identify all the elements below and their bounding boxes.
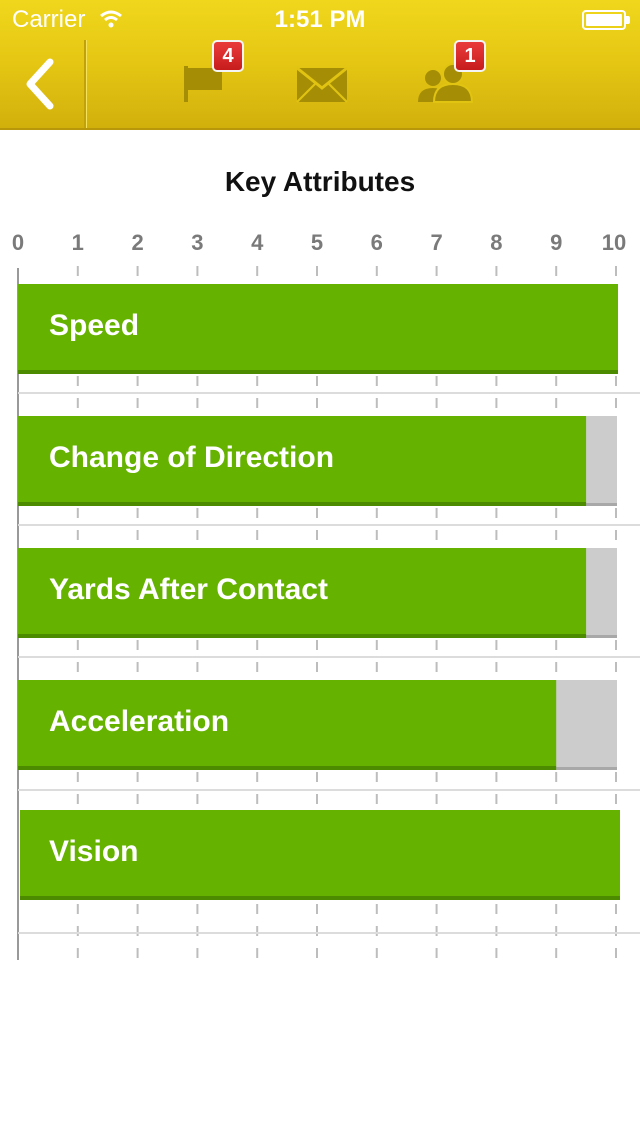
bar-bottom-edge [18,370,618,374]
x-tick-label: 3 [191,230,203,255]
bar-bottom-edge [20,896,620,900]
bar-bottom-edge [18,502,587,506]
x-tick-label: 10 [602,230,626,255]
bar-remainder-edge [586,503,617,506]
x-tick-label: 1 [72,230,84,255]
x-tick-label: 8 [490,230,502,255]
bar-label: Vision [49,835,139,868]
x-tick-label: 7 [430,230,442,255]
x-tick-label: 4 [251,230,264,255]
x-tick-label: 5 [311,230,323,255]
bar-label: Yards After Contact [49,573,328,606]
bar-label: Speed [49,309,140,342]
x-tick-label: 2 [131,230,143,255]
bar-label: Change of Direction [49,441,335,474]
attributes-bar-chart: 0 1 2 3 4 5 6 7 8 9 10 [12,230,640,960]
x-tick-label: 9 [550,230,562,255]
bar-bottom-edge [18,634,587,638]
x-tick-label: 6 [371,230,383,255]
bar-remainder-edge [556,767,617,770]
bar-label: Acceleration [49,705,230,738]
bar-remainder-edge [586,635,617,638]
bar-bottom-edge [18,766,557,770]
x-tick-label: 0 [12,230,24,255]
